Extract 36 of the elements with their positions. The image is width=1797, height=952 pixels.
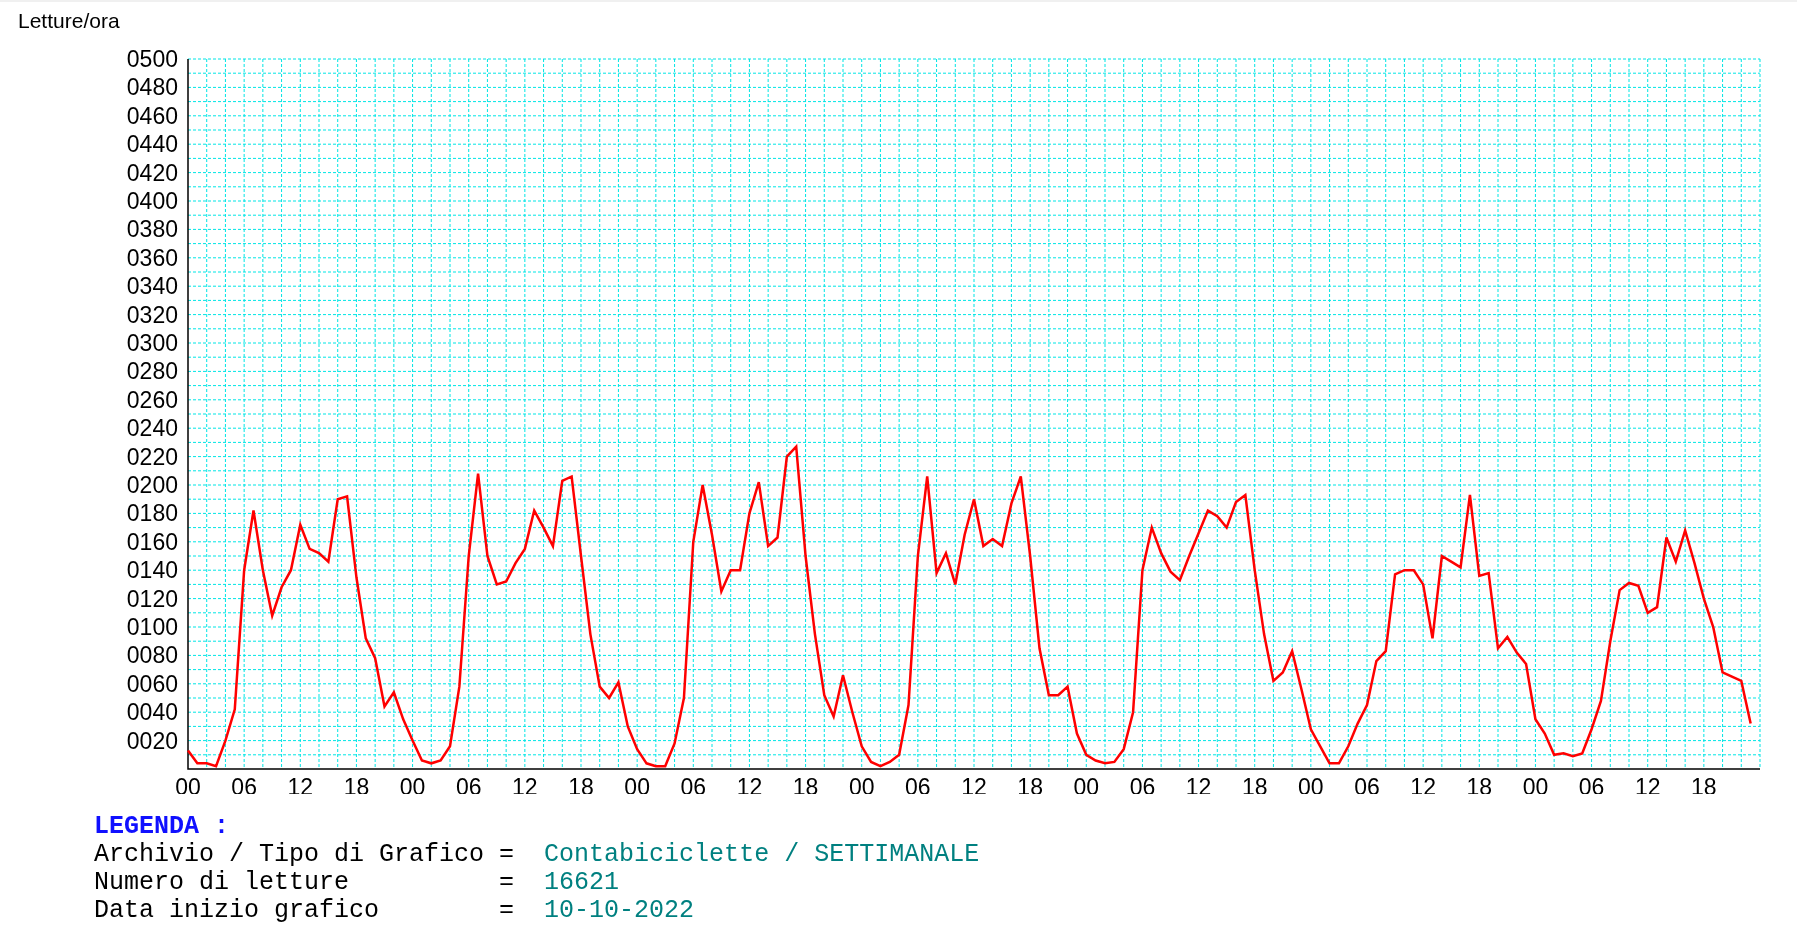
y-tick-label: 0020	[126, 727, 178, 754]
legend-value: Contabiciclette / SETTIMANALE	[544, 842, 980, 868]
legend-label: Numero di letture	[94, 870, 351, 896]
y-tick-label: 0140	[126, 557, 178, 584]
y-tick-label: 0240	[126, 415, 178, 442]
equals-sign: =	[499, 870, 516, 896]
y-tick-label: 0460	[126, 102, 178, 129]
legend-label: Data inizio grafico	[94, 898, 381, 924]
y-axis-title: Letture/ora	[18, 8, 121, 34]
y-tick-label: 0120	[126, 585, 178, 612]
y-tick-label: 0220	[126, 443, 178, 470]
y-tick-label: 0060	[126, 670, 178, 697]
y-tick-label: 0300	[126, 330, 178, 356]
equals-sign: =	[499, 898, 516, 924]
legend-value: 16621	[544, 870, 621, 896]
y-tick-label: 0180	[126, 500, 178, 527]
equals-sign: =	[499, 842, 516, 868]
y-tick-label: 0040	[126, 699, 178, 726]
y-tick-label: 0280	[126, 358, 178, 385]
y-tick-label: 0480	[126, 74, 178, 101]
legend-title: LEGENDA :	[94, 814, 231, 840]
legend-label: Archivio / Tipo di Grafico	[94, 842, 486, 868]
y-tick-label: 0080	[126, 642, 178, 669]
y-tick-label: 0320	[126, 301, 178, 328]
y-tick-label: 0160	[126, 528, 178, 555]
y-tick-label: 0340	[126, 273, 178, 300]
y-tick-label: 0100	[126, 614, 178, 640]
y-tick-label: 0440	[126, 131, 178, 158]
legend-value: 10-10-2022	[544, 898, 696, 924]
y-tick-label: 0200	[126, 472, 178, 498]
y-tick-label: 0380	[126, 216, 178, 243]
y-tick-label: 0260	[126, 386, 178, 413]
y-tick-label: 0400	[126, 188, 178, 214]
y-tick-label: 0360	[126, 244, 178, 271]
y-tick-label: 0420	[126, 159, 178, 186]
y-tick-label: 0500	[126, 46, 178, 72]
